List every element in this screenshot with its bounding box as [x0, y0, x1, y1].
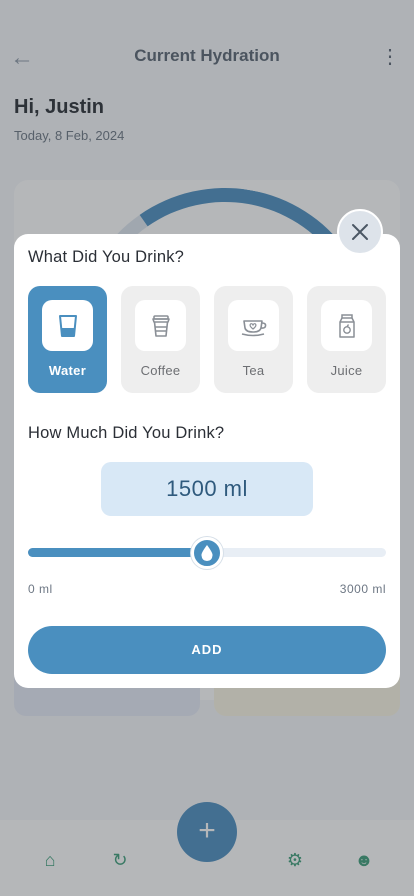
add-button[interactable]: ADD [28, 626, 386, 674]
juice-carton-icon [339, 314, 355, 338]
slider-min-label: 0 ml [28, 582, 53, 596]
drink-label: Juice [330, 363, 363, 378]
icon-box [135, 300, 186, 351]
drink-option-water[interactable]: Water [28, 286, 107, 393]
add-drink-modal: What Did You Drink? Water Coffee Tea Jui… [14, 234, 400, 688]
drink-option-tea[interactable]: Tea [214, 286, 293, 393]
drink-option-juice[interactable]: Juice [307, 286, 386, 393]
amount-question: How Much Did You Drink? [28, 424, 225, 442]
water-glass-icon [59, 315, 77, 337]
drink-question: What Did You Drink? [28, 248, 185, 266]
close-icon [352, 224, 368, 240]
tea-cup-icon [241, 320, 267, 337]
slider-thumb[interactable] [191, 537, 223, 569]
amount-slider[interactable] [28, 537, 386, 569]
slider-max-label: 3000 ml [339, 582, 386, 596]
drink-option-coffee[interactable]: Coffee [121, 286, 200, 393]
slider-fill [28, 548, 207, 557]
drink-label: Coffee [140, 363, 181, 378]
close-modal-button[interactable] [337, 209, 383, 255]
coffee-cup-icon [152, 315, 170, 337]
drink-label: Water [48, 363, 87, 378]
amount-display: 1500 ml [101, 462, 313, 516]
icon-box [42, 300, 93, 351]
drink-label: Tea [242, 363, 265, 378]
water-drop-icon [201, 545, 213, 561]
drink-type-selector: Water Coffee Tea Juice [28, 286, 387, 393]
icon-box [228, 300, 279, 351]
icon-box [321, 300, 372, 351]
